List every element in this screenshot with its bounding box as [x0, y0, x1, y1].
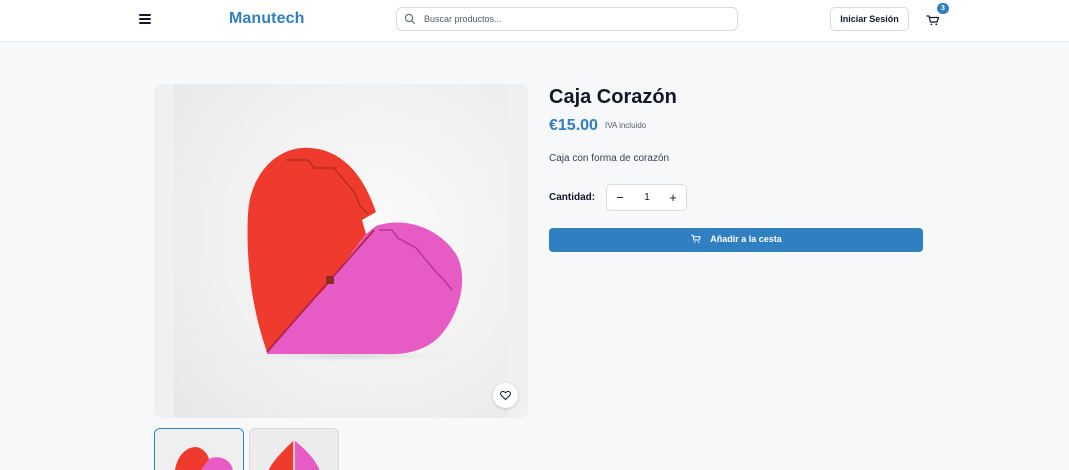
product-photo — [174, 84, 508, 418]
heart-thumbnail — [250, 429, 338, 470]
favorite-button[interactable] — [493, 383, 518, 408]
cart-count-badge: 3 — [937, 3, 949, 14]
menu-icon-line — [139, 14, 151, 16]
top-header: Manutech Iniciar Sesión 3 — [0, 0, 1069, 42]
search-box[interactable] — [396, 7, 738, 31]
search-input[interactable] — [424, 11, 724, 27]
heart-box-image — [226, 147, 470, 363]
product-description: Caja con forma de corazón — [549, 153, 670, 164]
menu-icon-line — [139, 22, 151, 24]
add-to-cart-content: Añadir a la cesta — [690, 233, 782, 245]
cart-icon — [691, 234, 702, 243]
heart-icon — [500, 390, 511, 401]
increase-quantity-button[interactable]: + — [660, 185, 686, 210]
cart-icon — [926, 15, 940, 26]
add-to-cart-button[interactable]: Añadir a la cesta — [549, 228, 923, 252]
add-to-cart-label: Añadir a la cesta — [710, 234, 782, 244]
product-thumbnail-1[interactable] — [154, 428, 244, 470]
login-button[interactable]: Iniciar Sesión — [830, 7, 909, 31]
menu-button[interactable] — [137, 11, 153, 27]
quantity-value: 1 — [644, 192, 650, 203]
search-icon — [404, 13, 416, 25]
product-title: Caja Corazón — [549, 86, 677, 108]
heart-thumbnail — [155, 429, 243, 470]
quantity-label: Cantidad: — [549, 192, 596, 203]
quantity-stepper[interactable]: − 1 + — [606, 184, 687, 211]
product-price: €15.00 — [549, 117, 598, 134]
site-logo[interactable]: Manutech — [229, 10, 304, 28]
product-thumbnail-2[interactable] — [249, 428, 339, 470]
tax-note: IVA incluido — [605, 121, 647, 130]
product-main-image[interactable] — [154, 84, 528, 418]
cart-button[interactable] — [924, 11, 942, 29]
decrease-quantity-button[interactable]: − — [607, 185, 633, 210]
menu-icon-line — [139, 18, 151, 20]
